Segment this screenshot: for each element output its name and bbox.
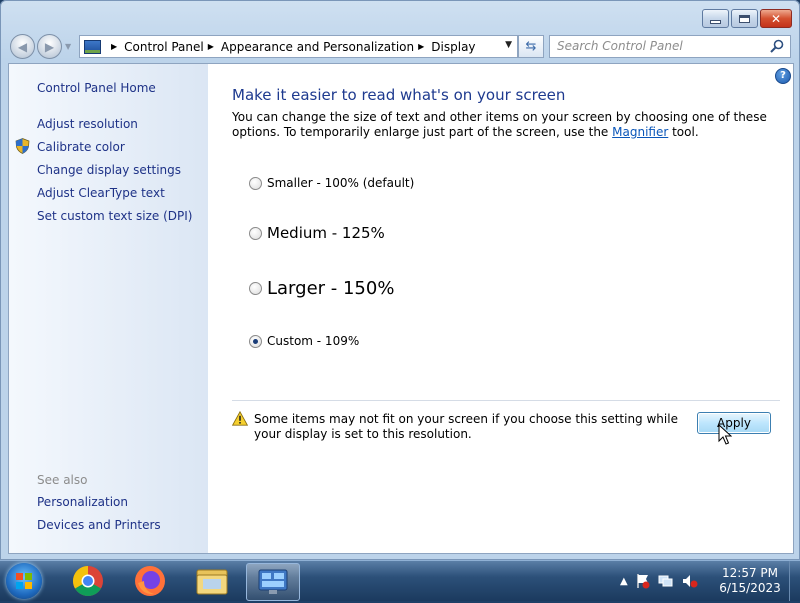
option-smaller-label[interactable]: Smaller - 100% (default) — [267, 176, 414, 190]
sidebar-item-personalization[interactable]: Personalization — [37, 495, 128, 509]
radio-custom[interactable] — [249, 334, 262, 348]
control-panel-app-icon — [258, 569, 288, 594]
option-medium-label[interactable]: Medium - 125% — [267, 224, 385, 242]
close-icon: ✕ — [770, 11, 782, 26]
page-title: Make it easier to read what's on your sc… — [232, 86, 566, 104]
control-panel-icon — [84, 39, 101, 54]
breadcrumb-appearance[interactable]: Appearance and Personalization — [221, 40, 414, 54]
address-bar[interactable]: ▶ Control Panel ▶ Appearance and Persona… — [79, 35, 518, 58]
maximize-button[interactable] — [731, 9, 758, 28]
address-dropdown-icon[interactable]: ▼ — [505, 40, 512, 50]
search-placeholder: Search Control Panel — [557, 39, 683, 53]
sidebar-item-calibrate-color[interactable]: Calibrate color — [37, 140, 125, 154]
action-center-flag-icon[interactable] — [636, 573, 650, 589]
recent-pages-dropdown-icon[interactable]: ▼ — [65, 42, 71, 51]
sidebar-item-control-panel-home[interactable]: Control Panel Home — [37, 81, 156, 95]
sidebar-item-adjust-resolution[interactable]: Adjust resolution — [37, 117, 138, 131]
sidebar-item-custom-text-size[interactable]: Set custom text size (DPI) — [37, 209, 192, 223]
radio-larger[interactable] — [249, 282, 262, 295]
uac-shield-icon — [15, 138, 30, 154]
back-arrow-icon: ◀ — [17, 39, 28, 54]
close-button[interactable]: ✕ — [760, 9, 792, 28]
magnifier-link[interactable]: Magnifier — [612, 125, 668, 139]
content-pane: Control Panel Home Adjust resolution Cal… — [8, 63, 794, 554]
option-custom[interactable]: Custom - 109% — [249, 334, 359, 348]
breadcrumb-separator-icon[interactable]: ▶ — [111, 42, 117, 51]
firefox-icon — [135, 566, 165, 596]
radio-medium[interactable] — [249, 226, 262, 240]
taskbar-file-explorer[interactable] — [186, 563, 238, 599]
breadcrumb-display[interactable]: Display — [431, 40, 475, 54]
refresh-icon: ⇆ — [525, 39, 537, 54]
forward-button[interactable]: ▶ — [37, 34, 62, 59]
warning-icon — [232, 411, 248, 426]
windows-logo-icon — [16, 573, 32, 589]
sidebar-item-adjust-cleartype[interactable]: Adjust ClearType text — [37, 186, 165, 200]
window-controls: ✕ — [702, 9, 792, 28]
search-icon[interactable] — [769, 38, 785, 54]
taskbar-clock[interactable]: 12:57 PM 6/15/2023 — [712, 566, 788, 596]
taskbar-chrome[interactable] — [62, 563, 114, 599]
task-sidebar: Control Panel Home Adjust resolution Cal… — [9, 64, 208, 553]
breadcrumb-separator-icon[interactable]: ▶ — [418, 42, 424, 51]
see-also-heading: See also — [37, 473, 88, 487]
page-description: You can change the size of text and othe… — [232, 110, 777, 140]
refresh-button[interactable]: ⇆ — [518, 35, 544, 58]
minimize-button[interactable] — [702, 9, 729, 28]
radio-smaller[interactable] — [249, 176, 262, 190]
option-larger[interactable]: Larger - 150% — [249, 278, 394, 299]
forward-arrow-icon: ▶ — [44, 39, 55, 54]
back-button[interactable]: ◀ — [10, 34, 35, 59]
option-medium[interactable]: Medium - 125% — [249, 224, 385, 242]
breadcrumb-separator-icon[interactable]: ▶ — [208, 42, 214, 51]
description-text-end: tool. — [668, 125, 699, 139]
option-larger-label[interactable]: Larger - 150% — [267, 278, 394, 299]
show-desktop-button[interactable] — [789, 561, 800, 601]
show-hidden-icons-icon[interactable]: ▲ — [620, 576, 628, 587]
navigation-buttons: ◀ ▶ ▼ — [10, 34, 71, 59]
taskbar-firefox[interactable] — [124, 563, 176, 599]
divider — [232, 400, 780, 401]
minimize-icon — [710, 20, 721, 24]
folder-icon — [196, 569, 228, 595]
apply-button[interactable]: Apply — [697, 412, 771, 434]
breadcrumb-control-panel[interactable]: Control Panel — [124, 40, 204, 54]
maximize-icon — [739, 14, 750, 23]
option-smaller[interactable]: Smaller - 100% (default) — [249, 176, 414, 190]
taskbar-control-panel[interactable] — [246, 563, 300, 601]
clock-time: 12:57 PM — [722, 566, 778, 580]
mouse-cursor-icon — [718, 424, 732, 445]
warning-message: Some items may not fit on your screen if… — [254, 412, 678, 441]
volume-muted-icon[interactable] — [682, 573, 698, 589]
option-custom-label[interactable]: Custom - 109% — [267, 334, 359, 348]
network-icon[interactable] — [658, 573, 674, 589]
sidebar-item-change-display-settings[interactable]: Change display settings — [37, 163, 181, 177]
taskbar: ▲ 12:57 PM 6/15/2023 — [0, 560, 800, 601]
sidebar-item-devices-printers[interactable]: Devices and Printers — [37, 518, 161, 532]
start-button[interactable] — [6, 563, 42, 599]
control-panel-window: ✕ ◀ ▶ ▼ ▶ Control Panel ▶ Appearance and… — [0, 0, 800, 560]
main-panel: Make it easier to read what's on your sc… — [232, 64, 782, 553]
chrome-icon — [72, 566, 103, 597]
clock-date: 6/15/2023 — [719, 581, 781, 595]
system-tray: ▲ — [620, 561, 698, 601]
search-box[interactable]: Search Control Panel — [549, 35, 791, 58]
